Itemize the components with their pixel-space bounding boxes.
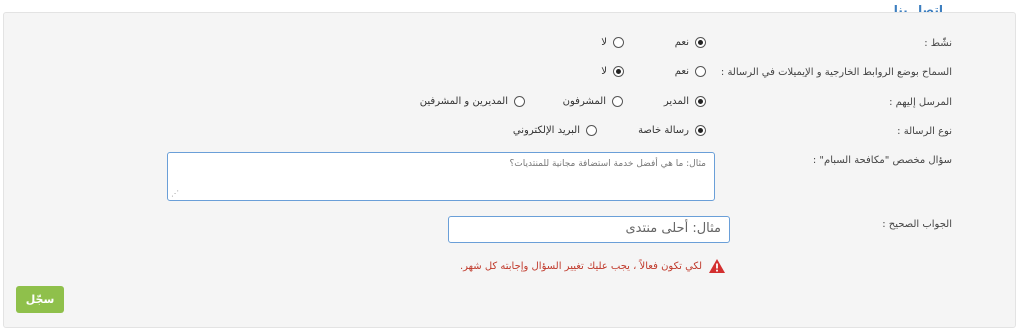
message-type-email-label: البريد الإلكتروني	[512, 125, 580, 136]
message-type-private-option[interactable]: رسالة خاصة	[638, 125, 706, 136]
recipients-moderators-option[interactable]: المشرفون	[563, 96, 623, 107]
correct-answer-label: الجواب الصحيح :	[882, 219, 952, 230]
recipients-moderators-radio[interactable]	[612, 96, 623, 107]
recipients-label: المرسل إليهم :	[889, 97, 952, 108]
correct-answer-input[interactable]: مثال: أحلى منتدى	[448, 216, 730, 243]
message-type-email-option[interactable]: البريد الإلكتروني	[513, 125, 597, 136]
resize-handle-icon[interactable]: ⋰	[171, 189, 179, 198]
links-yes-radio[interactable]	[695, 66, 706, 77]
message-type-label: نوع الرسالة :	[897, 126, 952, 137]
recipients-admin-label: المدير	[663, 96, 689, 107]
recipients-both-radio[interactable]	[514, 96, 525, 107]
antispam-question-label: سؤال مخصص "مكافحة السبام" :	[812, 155, 952, 166]
correct-answer-placeholder: مثال: أحلى منتدى	[625, 221, 721, 236]
submit-button[interactable]: سجّل	[16, 286, 64, 313]
message-type-email-radio[interactable]	[586, 125, 597, 136]
active-yes-radio[interactable]	[695, 37, 706, 48]
active-label: نشّط :	[924, 38, 952, 49]
recipients-both-label: المديرين و المشرفين	[419, 96, 508, 107]
antispam-question-placeholder: مثال: ما هي أفضل خدمة استضافة مجانية للم…	[509, 159, 706, 169]
links-yes-label: نعم	[674, 66, 689, 77]
warning-message: لكي تكون فعالاً ، يجب عليك تغيير السؤال …	[460, 258, 726, 274]
warning-icon	[709, 259, 725, 273]
recipients-admin-radio[interactable]	[695, 96, 706, 107]
warning-text: لكي تكون فعالاً ، يجب عليك تغيير السؤال …	[459, 260, 702, 272]
antispam-question-textarea[interactable]: مثال: ما هي أفضل خدمة استضافة مجانية للم…	[167, 152, 715, 201]
links-no-option[interactable]: لا	[601, 66, 624, 77]
links-no-label: لا	[601, 66, 607, 77]
links-label: السماح بوضع الروابط الخارجية و الإيميلات…	[720, 67, 952, 78]
active-no-option[interactable]: لا	[601, 37, 624, 48]
links-yes-option[interactable]: نعم	[675, 66, 706, 77]
active-yes-label: نعم	[674, 37, 689, 48]
recipients-admin-option[interactable]: المدير	[664, 96, 706, 107]
message-type-private-label: رسالة خاصة	[638, 125, 689, 136]
active-no-radio[interactable]	[613, 37, 624, 48]
active-no-label: لا	[601, 37, 607, 48]
active-yes-option[interactable]: نعم	[675, 37, 706, 48]
links-no-radio[interactable]	[613, 66, 624, 77]
message-type-private-radio[interactable]	[695, 125, 706, 136]
recipients-moderators-label: المشرفون	[562, 96, 606, 107]
recipients-both-option[interactable]: المديرين و المشرفين	[420, 96, 525, 107]
